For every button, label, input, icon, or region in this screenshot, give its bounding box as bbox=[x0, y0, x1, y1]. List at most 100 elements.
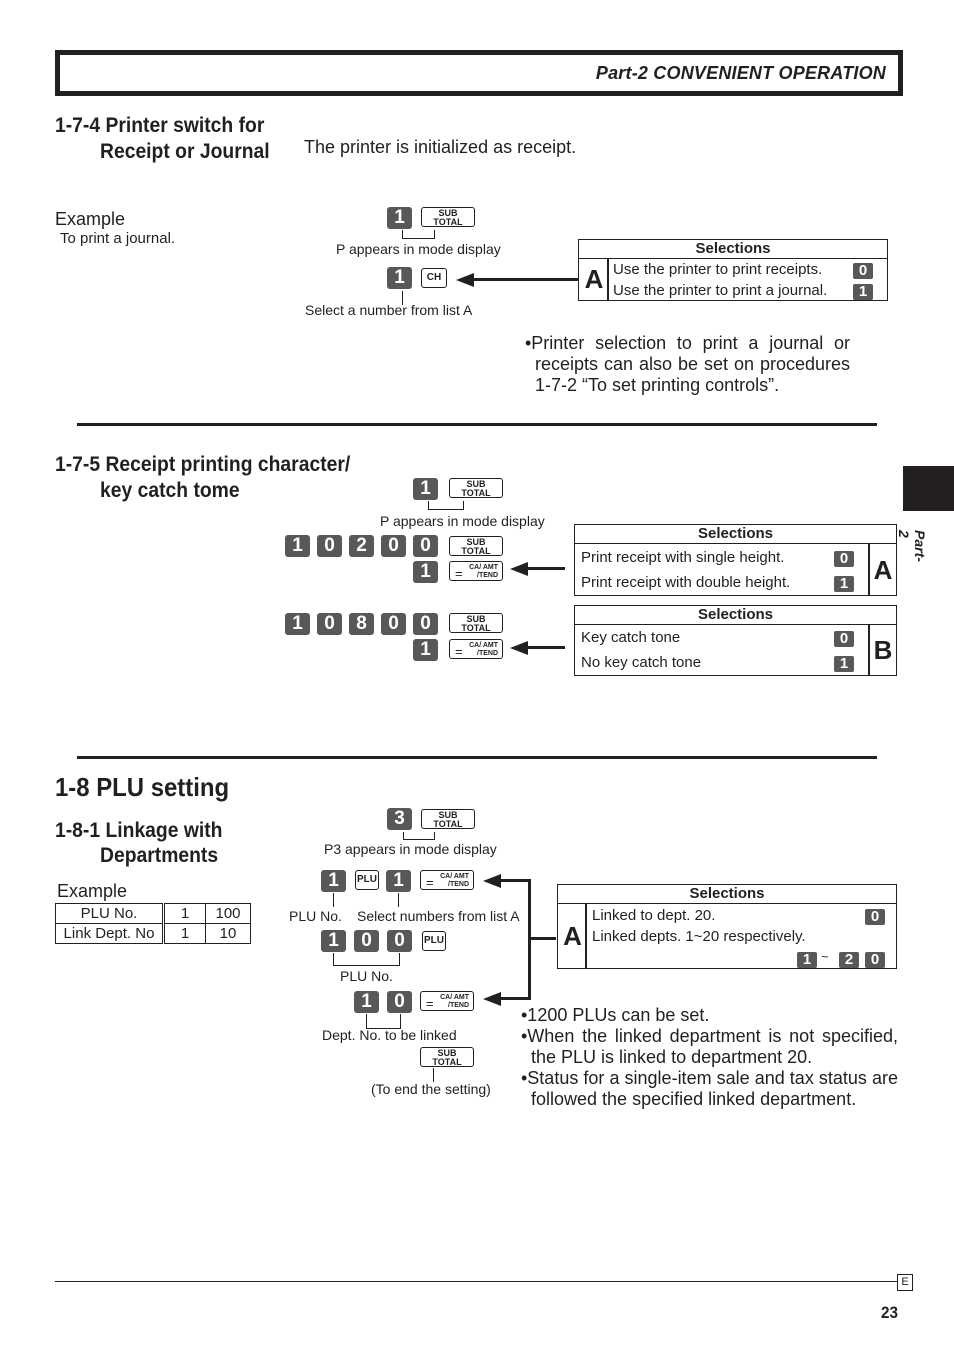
step-caption: Select numbers from list A bbox=[357, 908, 520, 924]
selection-label: Use the printer to print a journal. bbox=[613, 282, 828, 299]
row-label: PLU No. bbox=[55, 903, 165, 924]
numeric-key: 1 bbox=[354, 991, 379, 1013]
example-label: Example bbox=[57, 881, 128, 901]
selection-value: 1 bbox=[853, 284, 873, 300]
section-divider bbox=[77, 423, 877, 426]
caption-line bbox=[433, 1068, 434, 1082]
numeric-key: 1 bbox=[413, 561, 438, 583]
numeric-key: 3 bbox=[387, 808, 412, 830]
numeric-key: 0 bbox=[317, 535, 342, 557]
note-item: •When the linked department is not speci… bbox=[521, 1026, 898, 1067]
selection-label: Linked depts. 1~20 respectively. bbox=[592, 928, 806, 945]
page-number: 23 bbox=[880, 1303, 898, 1322]
note-item: •Status for a single-item sale and tax s… bbox=[521, 1068, 898, 1109]
note-item: •1200 PLUs can be set. bbox=[521, 1005, 710, 1025]
cell: 100 bbox=[205, 903, 251, 924]
row-label: Link Dept. No bbox=[55, 923, 165, 944]
side-tab-block bbox=[903, 466, 954, 511]
ca-amt-tend-key: = CA/ AMT/TEND bbox=[449, 561, 503, 581]
cell: 1 bbox=[163, 923, 206, 944]
selection-label: Print receipt with single height. bbox=[581, 549, 785, 566]
selection-label: Use the printer to print receipts. bbox=[613, 261, 823, 278]
step-caption: P appears in mode display bbox=[336, 241, 501, 257]
selection-value: 1 bbox=[834, 576, 854, 592]
example-label: Example bbox=[55, 209, 126, 229]
numeric-key: 1 bbox=[321, 930, 346, 952]
notes-list: •1200 PLUs can be set. •When the linked … bbox=[521, 1005, 898, 1110]
arrow-line bbox=[526, 567, 565, 570]
section-174-heading-1: 1-7-4 Printer switch for bbox=[55, 114, 265, 137]
selections-title: Selections bbox=[558, 885, 896, 904]
cell: 1 bbox=[163, 903, 206, 924]
arrow-line bbox=[472, 278, 579, 281]
subtotal-key: SUB TOTAL bbox=[449, 536, 503, 556]
numeric-key: 1 bbox=[387, 207, 412, 229]
section-175-heading-2: key catch tome bbox=[100, 479, 240, 502]
selection-value-to: 2 bbox=[839, 952, 859, 968]
section-181-heading-2: Departments bbox=[100, 844, 219, 867]
subtotal-key: SUB TOTAL bbox=[421, 207, 475, 227]
step-caption: PLU No. bbox=[289, 908, 342, 924]
subtotal-key: SUB TOTAL bbox=[449, 478, 503, 498]
arrow-line bbox=[526, 646, 565, 649]
ca-amt-tend-key: = CA/ AMT/TEND bbox=[420, 870, 474, 890]
numeric-key: 1 bbox=[285, 535, 310, 557]
bracket bbox=[403, 832, 435, 840]
numeric-key: 0 bbox=[413, 613, 438, 635]
selection-letter: A bbox=[873, 555, 893, 585]
subtotal-key: SUB TOTAL bbox=[449, 613, 503, 633]
step-caption: Select a number from list A bbox=[305, 302, 473, 318]
step-caption: Dept. No. to be linked bbox=[322, 1027, 457, 1043]
numeric-key: 1 bbox=[386, 870, 411, 892]
selection-value-from: 1 bbox=[797, 952, 817, 968]
header-title: Part-2 CONVENIENT OPERATION bbox=[595, 63, 886, 83]
footer-rule bbox=[55, 1281, 897, 1282]
selections-table-b: Selections Key catch tone 0 No key catch… bbox=[574, 605, 897, 676]
numeric-key: 1 bbox=[387, 267, 412, 289]
arrow-line bbox=[499, 879, 531, 882]
numeric-key: 0 bbox=[381, 535, 406, 557]
arrow-line bbox=[531, 937, 556, 940]
selections-table-a: Selections Print receipt with single hei… bbox=[574, 524, 897, 596]
selection-label: Linked to dept. 20. bbox=[592, 907, 716, 924]
caption-line bbox=[398, 893, 399, 907]
table-row: Link Dept. No 1 10 bbox=[55, 923, 251, 944]
step-caption: (To end the setting) bbox=[371, 1081, 491, 1097]
ca-amt-tend-key: = CA/ AMT/TEND bbox=[420, 991, 474, 1011]
selection-letter: A bbox=[584, 264, 604, 294]
bracket bbox=[402, 230, 435, 239]
section-18-heading: 1-8 PLU setting bbox=[55, 772, 230, 802]
selections-table: Selections A Use the printer to print re… bbox=[578, 239, 888, 301]
example-table: PLU No. 1 100 Link Dept. No 1 10 bbox=[55, 903, 251, 944]
selection-value: 0 bbox=[834, 551, 854, 567]
selection-letter: A bbox=[563, 921, 582, 951]
section-175-heading-1: 1-7-5 Receipt printing character/ bbox=[55, 453, 351, 476]
selection-value: 0 bbox=[834, 631, 854, 647]
arrow-line bbox=[499, 997, 531, 1000]
section-174-intro: The printer is initialized as receipt. bbox=[304, 137, 577, 157]
range-tilde: ~ bbox=[821, 949, 829, 964]
selection-letter: B bbox=[873, 635, 893, 665]
selection-value: 0 bbox=[865, 909, 885, 925]
selection-value-to: 0 bbox=[865, 952, 885, 968]
note-text: •Printer selection to print a journal or… bbox=[525, 333, 850, 395]
plu-key: PLU bbox=[355, 870, 379, 890]
page-header: Part-2 CONVENIENT OPERATION bbox=[55, 50, 903, 96]
numeric-key: 0 bbox=[387, 991, 412, 1013]
selection-label: Key catch tone bbox=[581, 629, 681, 646]
step-caption: P3 appears in mode display bbox=[324, 841, 497, 857]
numeric-key: 0 bbox=[413, 535, 438, 557]
cell: 10 bbox=[205, 923, 251, 944]
numeric-key: 0 bbox=[381, 613, 406, 635]
section-174-heading-2: Receipt or Journal bbox=[100, 140, 270, 163]
subtotal-key: SUB TOTAL bbox=[420, 1047, 474, 1067]
numeric-key: 1 bbox=[413, 478, 438, 500]
selections-title: Selections bbox=[575, 606, 896, 625]
numeric-key: 1 bbox=[413, 639, 438, 661]
example-description: To print a journal. bbox=[60, 230, 176, 247]
selections-title: Selections bbox=[579, 240, 887, 259]
language-box: E bbox=[897, 1274, 913, 1291]
numeric-key: 1 bbox=[285, 613, 310, 635]
side-tab-label: Part-2 bbox=[896, 530, 928, 562]
selection-value: 0 bbox=[853, 263, 873, 279]
